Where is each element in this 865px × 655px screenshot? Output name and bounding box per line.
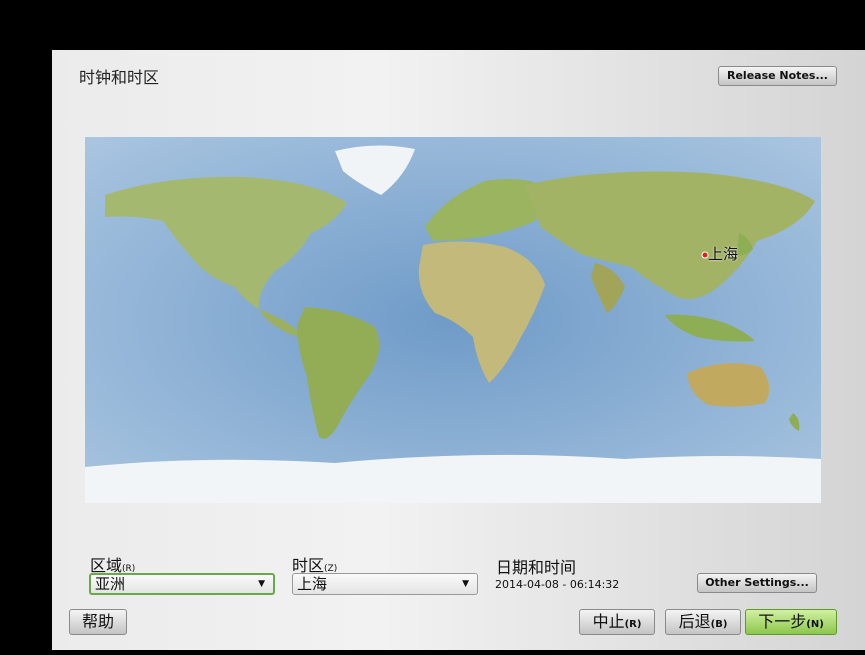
next-button-label: 下一步 — [758, 612, 807, 631]
abort-button[interactable]: 中止(R) — [579, 609, 655, 635]
back-button[interactable]: 后退(B) — [665, 609, 741, 635]
region-combobox-value: 亚洲 — [95, 575, 126, 593]
back-mnemonic: (B) — [710, 619, 728, 630]
next-mnemonic: (N) — [806, 619, 824, 630]
selected-city-label: 上海 — [708, 245, 739, 263]
antarctica-landmass — [85, 454, 821, 503]
world-map[interactable]: 上海 — [85, 137, 821, 503]
help-button[interactable]: 帮助 — [69, 609, 127, 635]
timezone-combobox-value: 上海 — [297, 575, 328, 593]
page-title: 时钟和时区 — [79, 68, 160, 87]
abort-button-label: 中止 — [592, 612, 625, 631]
chevron-down-icon: ▼ — [258, 579, 265, 589]
datetime-label: 日期和时间 — [496, 558, 577, 577]
datetime-value: 2014-04-08 - 06:14:32 — [495, 578, 620, 591]
world-map-graphic — [85, 137, 821, 503]
timezone-combobox[interactable]: 上海 ▼ — [292, 573, 478, 595]
chevron-down-icon: ▼ — [462, 579, 469, 589]
next-button[interactable]: 下一步(N) — [745, 609, 837, 635]
release-notes-button[interactable]: Release Notes... — [718, 66, 837, 86]
other-settings-button[interactable]: Other Settings... — [697, 573, 817, 593]
dialog-panel: 时钟和时区 Release Notes... 上海 区域(R) 亚洲 ▼ 时区(… — [52, 50, 865, 650]
region-combobox[interactable]: 亚洲 ▼ — [89, 573, 275, 595]
back-button-label: 后退 — [678, 612, 711, 631]
abort-mnemonic: (R) — [624, 619, 642, 630]
